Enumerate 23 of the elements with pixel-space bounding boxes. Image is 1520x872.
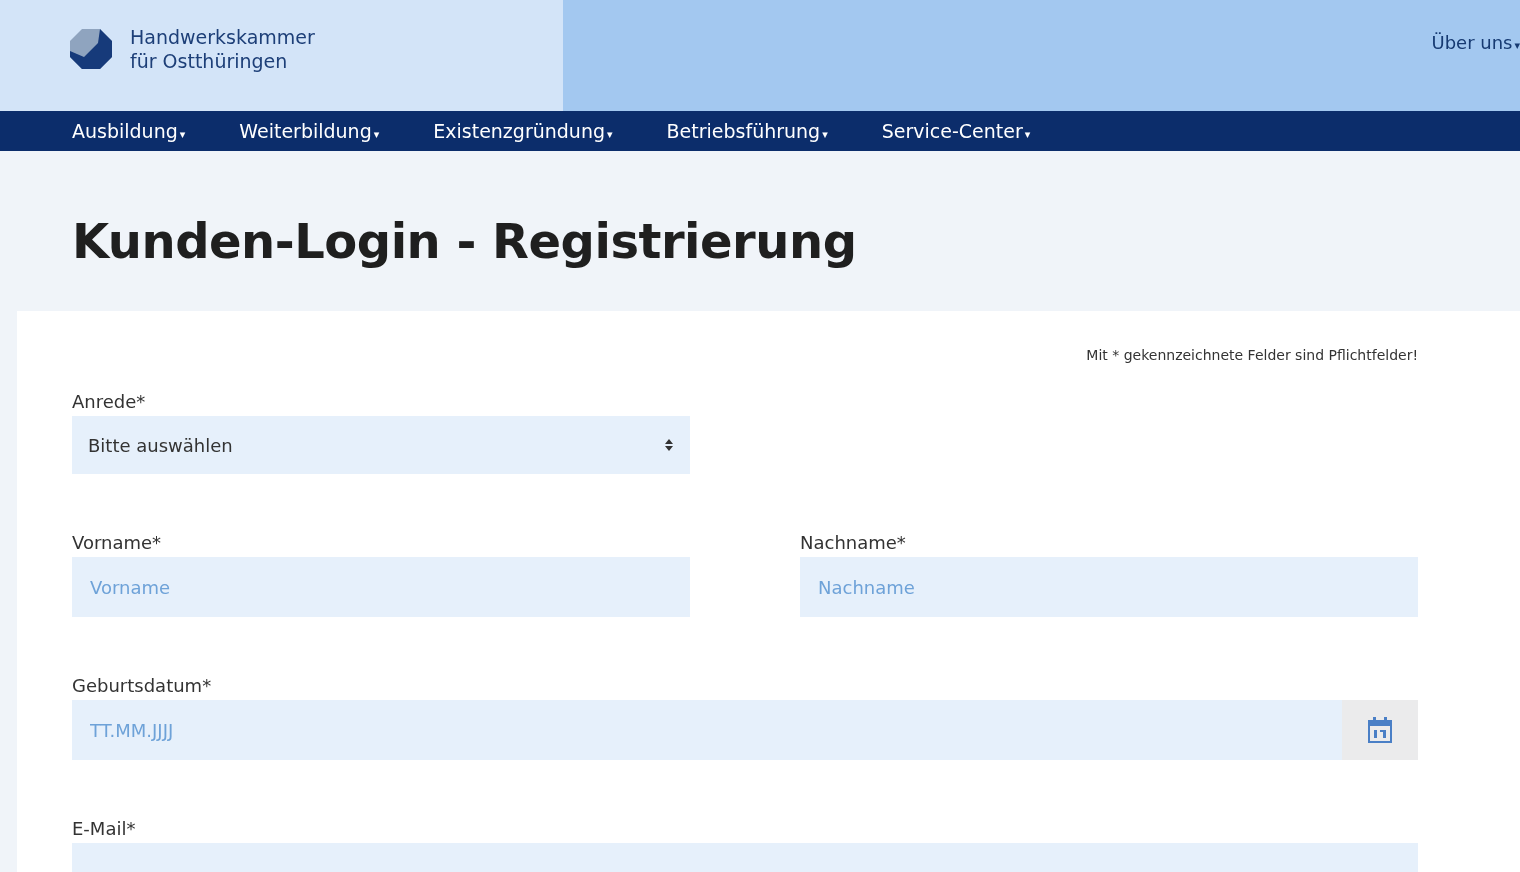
logo-text: für Ostthüringen xyxy=(130,48,289,73)
page-title: Kunden-Login - Registrierung xyxy=(71,212,858,271)
nav-menu-item[interactable]: Weiterbildung▾ xyxy=(239,120,380,142)
text-input-field[interactable]: Nachname xyxy=(800,557,1418,617)
calendar-button[interactable] xyxy=(1342,700,1418,760)
nav-menu-item[interactable]: Betriebsführung▾ xyxy=(666,120,828,142)
field-label: Geburtsdatum* xyxy=(72,675,213,696)
logo-text: Handwerkskammer xyxy=(130,24,315,49)
salutation-select[interactable]: Bitte auswählen xyxy=(72,416,690,474)
field-label: E-Mail* xyxy=(72,818,137,839)
sort-caret-icon xyxy=(664,438,674,452)
required-fields-note: Mit * gekennzeichnete Felder sind Pflichtfelder! xyxy=(1085,347,1418,363)
field-label: Nachname* xyxy=(800,532,907,553)
text-input-field[interactable]: Vorname xyxy=(72,557,690,617)
date-input-field[interactable]: TT.MM.JJJJ xyxy=(72,700,1342,760)
nav-menu-item[interactable]: Service-Center▾ xyxy=(881,120,1031,142)
field-label: Anrede* xyxy=(72,391,147,412)
about-link[interactable]: Über uns▾ xyxy=(1431,32,1520,53)
logo-icon xyxy=(70,28,112,69)
calendar-icon xyxy=(1367,716,1393,744)
field-label: Vorname* xyxy=(72,532,163,553)
nav-menu-item[interactable]: Ausbildung▾ xyxy=(72,120,186,142)
nav-menu-item[interactable]: Existenzgründung▾ xyxy=(433,120,613,142)
